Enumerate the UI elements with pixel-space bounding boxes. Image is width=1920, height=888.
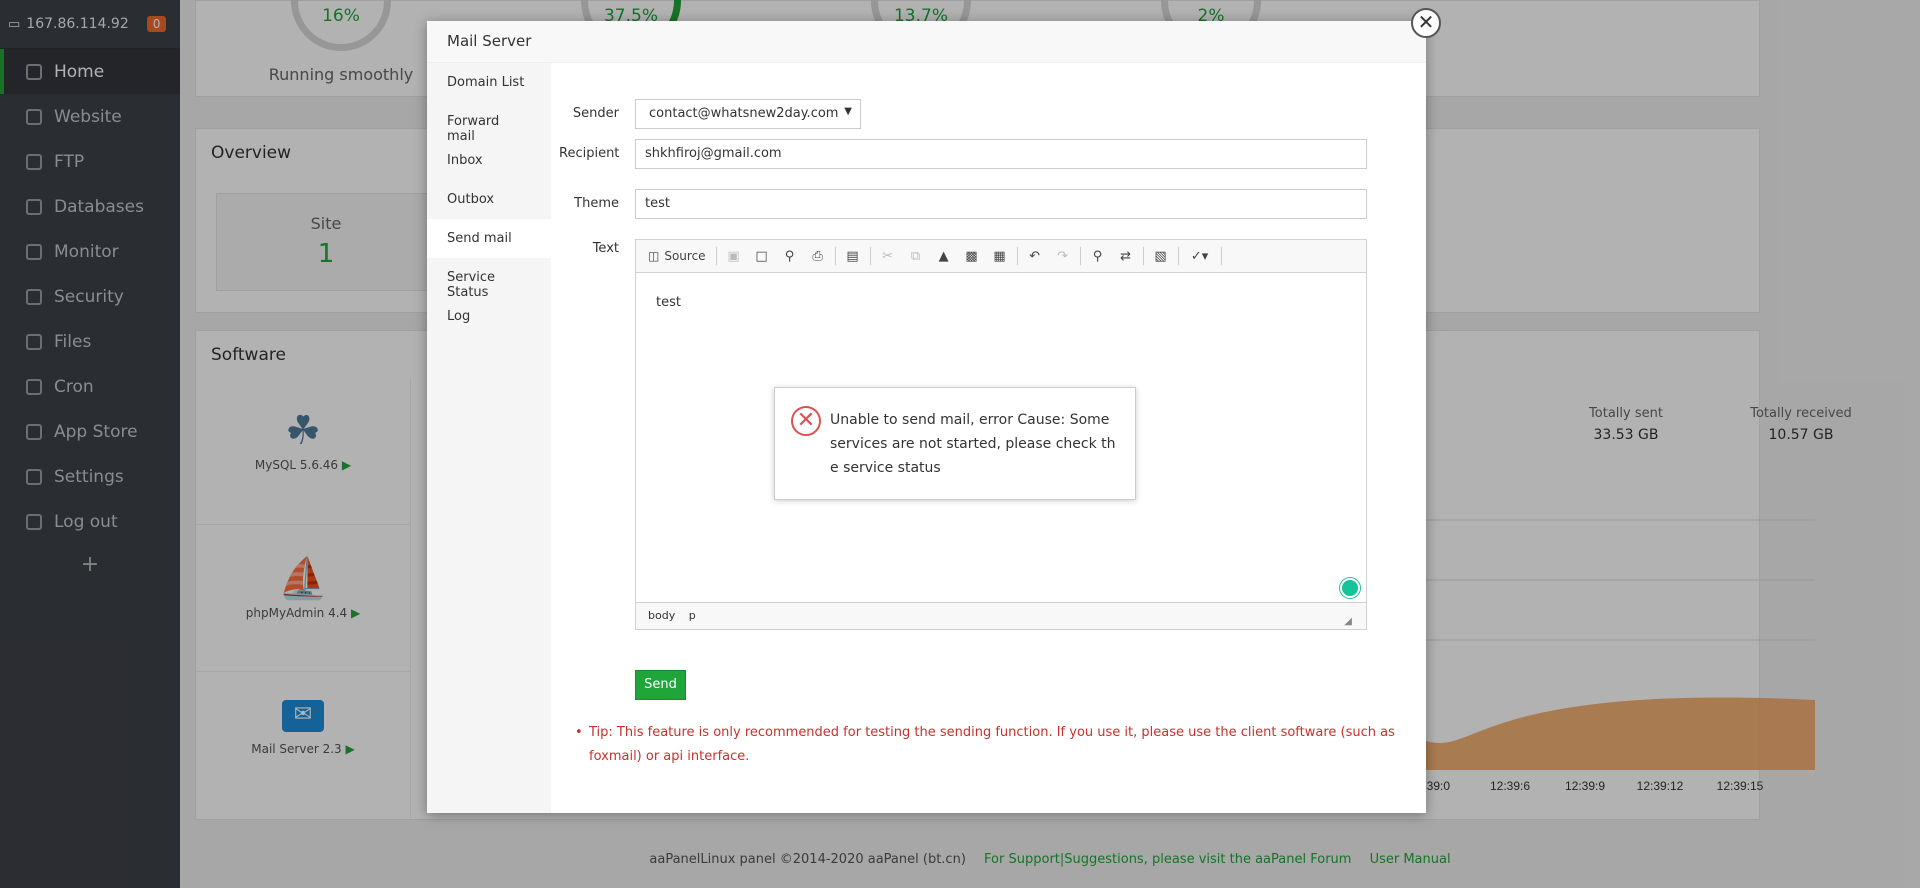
editor-path-bar: body p ◢ [636, 602, 1366, 629]
toolbar-separator [834, 247, 836, 265]
source-label: Source [664, 249, 706, 263]
send-button[interactable]: Send [635, 670, 686, 700]
error-message: ✕ Unable to send mail, error Cause: Some… [774, 387, 1136, 500]
tip-text: Tip: This feature is only recommended fo… [575, 721, 1405, 769]
dialog-tab-send-mail[interactable]: Send mail [427, 219, 551, 258]
dialog-nav: Domain List Forward mail Inbox Outbox Send m… [427, 63, 551, 813]
paste-text-icon[interactable]: ▩ [961, 246, 983, 266]
dialog-tab-domain-list[interactable]: Domain List [427, 63, 551, 102]
toolbar-separator [1142, 247, 1144, 265]
path-element[interactable]: p [689, 609, 696, 622]
editor-toolbar: ◫ Source ▣ □ ⚲ ⎙ ▤ ✂ ⧉ ▲ ▩ ▦ ↶ ↷ ⚲ ⇄ ▧ ✓… [636, 240, 1366, 273]
replace-icon[interactable]: ⇄ [1115, 246, 1137, 266]
cut-icon[interactable]: ✂ [877, 246, 899, 266]
new-page-icon[interactable]: □ [751, 246, 773, 266]
preview-icon[interactable]: ⚲ [779, 246, 801, 266]
sender-value: contact@whatsnew2day.com [649, 106, 839, 121]
copy-icon[interactable]: ⧉ [905, 246, 927, 266]
toolbar-separator [1016, 247, 1018, 265]
dialog-tab-log[interactable]: Log [427, 297, 551, 336]
recipient-input[interactable]: shkhfiroj@gmail.com [635, 139, 1367, 169]
spellcheck-icon[interactable]: ✓▾ [1185, 246, 1215, 266]
templates-icon[interactable]: ▤ [842, 246, 864, 266]
error-text: Unable to send mail, error Cause: Some s… [830, 412, 1116, 476]
theme-input[interactable]: test [635, 189, 1367, 219]
print-icon[interactable]: ⎙ [807, 246, 829, 266]
undo-icon[interactable]: ↶ [1024, 246, 1046, 266]
grammarly-icon[interactable] [1340, 578, 1360, 598]
dialog-tab-inbox[interactable]: Inbox [427, 141, 551, 180]
resize-handle-icon[interactable]: ◢ [1344, 616, 1352, 627]
toolbar-separator [1220, 247, 1222, 265]
paste-word-icon[interactable]: ▦ [989, 246, 1011, 266]
dialog-tab-forward-mail[interactable]: Forward mail [427, 102, 551, 144]
toolbar-separator [1177, 247, 1179, 265]
save-icon[interactable]: ▣ [723, 246, 745, 266]
dialog-title: Mail Server [427, 21, 1426, 63]
dialog-tab-outbox[interactable]: Outbox [427, 180, 551, 219]
toolbar-separator [715, 247, 717, 265]
select-all-icon[interactable]: ▧ [1150, 246, 1172, 266]
sender-select[interactable]: contact@whatsnew2day.com ▼ [635, 99, 861, 129]
redo-icon[interactable]: ↷ [1052, 246, 1074, 266]
source-button[interactable]: ◫ Source [644, 249, 710, 263]
recipient-label: Recipient [559, 146, 620, 161]
path-element[interactable]: body [648, 609, 675, 622]
toolbar-separator [869, 247, 871, 265]
chevron-down-icon: ▼ [844, 106, 852, 117]
sender-label: Sender [572, 106, 619, 121]
text-label: Text [592, 241, 619, 256]
close-icon[interactable]: ✕ [1411, 8, 1441, 38]
dialog-tab-service-status[interactable]: Service Status [427, 258, 551, 300]
error-x-icon: ✕ [791, 406, 821, 436]
paste-icon[interactable]: ▲ [933, 246, 955, 266]
toolbar-separator [1079, 247, 1081, 265]
theme-label: Theme [574, 196, 619, 211]
source-icon: ◫ [648, 249, 660, 263]
find-icon[interactable]: ⚲ [1087, 246, 1109, 266]
